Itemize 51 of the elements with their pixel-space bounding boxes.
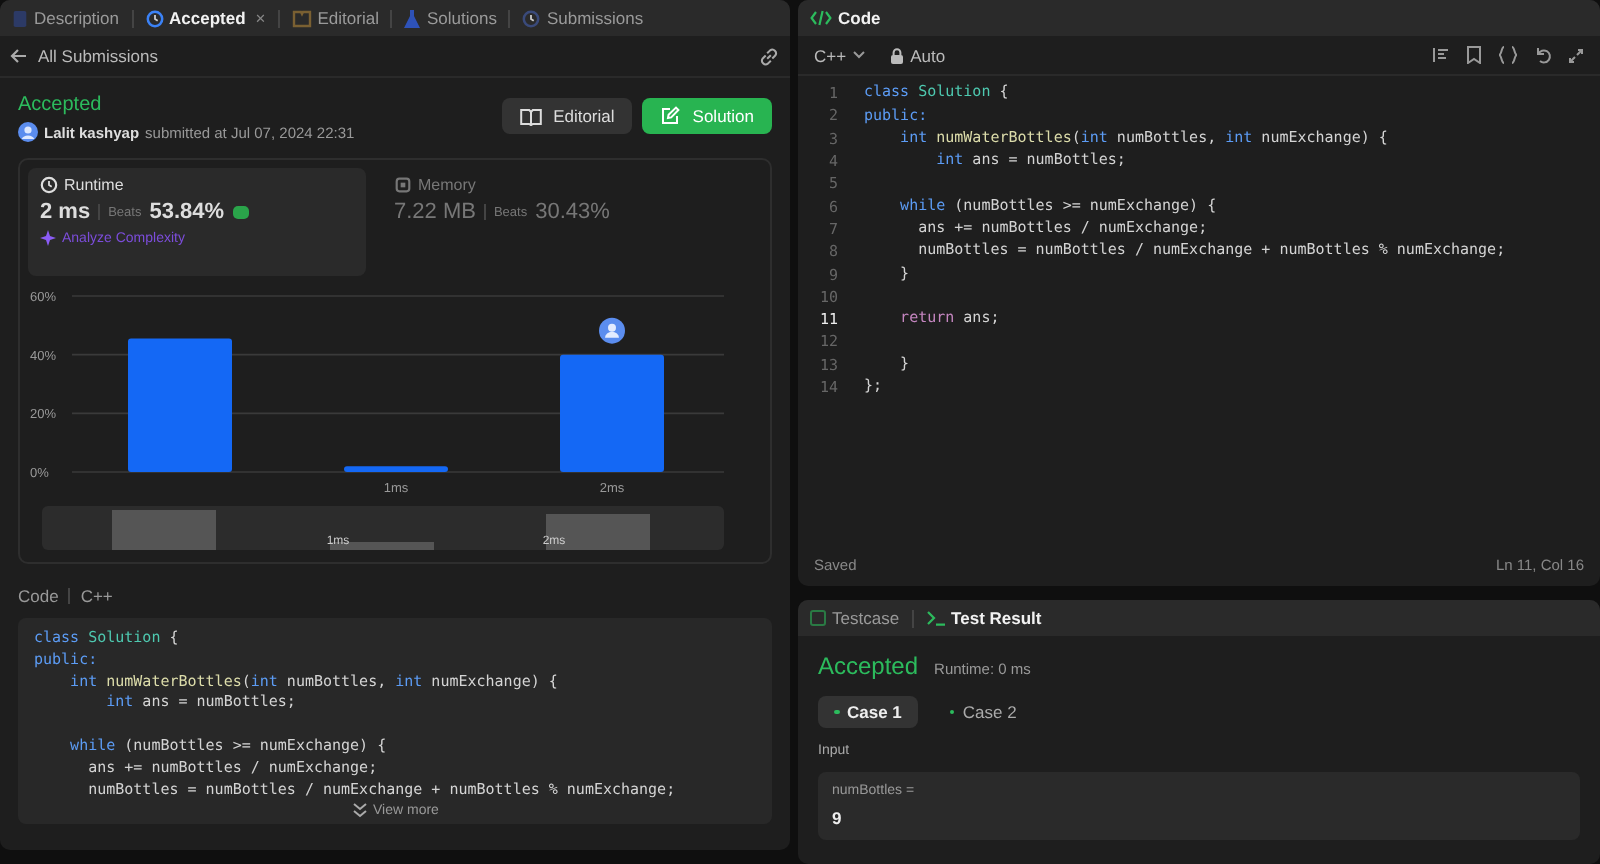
status-text: Accepted — [18, 94, 104, 116]
caret-icon — [852, 50, 867, 60]
chevron-down-icon — [351, 802, 368, 819]
back-link[interactable]: All Submissions — [10, 46, 158, 66]
bookmark-icon[interactable] — [1466, 46, 1482, 64]
checkbox-icon — [810, 610, 826, 626]
clock-icon — [145, 9, 164, 27]
close-icon[interactable]: × — [255, 8, 266, 28]
stat-value: 7.22 MB — [394, 200, 476, 224]
code-icon — [810, 10, 832, 26]
braces-icon[interactable] — [1498, 46, 1518, 64]
beats-percent: 30.43% — [535, 200, 610, 224]
terminal-icon — [925, 610, 946, 626]
tab[interactable]: Editorial — [287, 8, 383, 28]
clock-icon — [522, 9, 541, 27]
language-label: C++ — [80, 586, 113, 606]
document-icon — [12, 9, 28, 27]
book-icon — [519, 107, 542, 125]
clock-icon — [40, 176, 58, 194]
book-icon — [291, 9, 312, 27]
tab[interactable]: Description — [8, 8, 124, 28]
result-status: Accepted — [818, 652, 919, 680]
format-icon[interactable] — [1432, 46, 1450, 64]
tab[interactable]: Testcase — [806, 608, 904, 628]
editorial-button[interactable]: Editorial — [501, 98, 633, 134]
link-icon[interactable] — [758, 45, 780, 67]
flask-icon — [404, 9, 421, 27]
code-label: Code — [18, 586, 59, 606]
lock-icon — [890, 47, 905, 63]
tab[interactable]: Accepted × — [141, 8, 270, 28]
variable-value: 9 — [832, 808, 844, 828]
code-tab[interactable]: Code — [806, 8, 885, 28]
case-tab[interactable]: Case 2 — [933, 696, 1033, 728]
arrow-left-icon — [10, 48, 28, 64]
stat-value: 2 ms — [40, 200, 91, 224]
tab[interactable]: Submissions — [518, 8, 648, 28]
beats-percent: 53.84% — [149, 200, 225, 224]
avatar-icon — [599, 317, 625, 344]
auto-toggle[interactable]: Auto — [890, 45, 946, 65]
case-tab[interactable]: Case 1 — [818, 696, 918, 728]
edit-icon — [660, 106, 681, 126]
undo-icon[interactable] — [1534, 46, 1552, 64]
tab[interactable]: Test Result — [921, 608, 1046, 628]
expand-icon[interactable] — [1568, 47, 1584, 63]
sparkle-icon — [40, 230, 56, 246]
avatar-icon — [18, 122, 38, 142]
chip-icon — [394, 176, 412, 194]
stat-label: Runtime — [64, 176, 124, 194]
tab[interactable]: Solutions — [400, 8, 501, 28]
stat-label: Memory — [418, 176, 476, 194]
language-dropdown[interactable]: C++ — [814, 45, 867, 65]
